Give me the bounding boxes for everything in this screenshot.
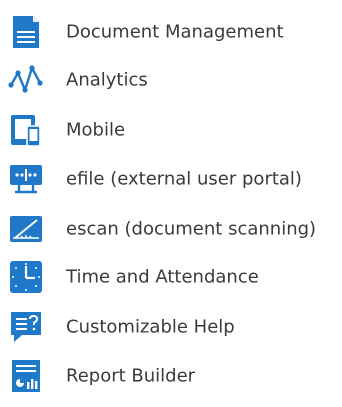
feature-item-document-management[interactable]: Document Management bbox=[0, 14, 342, 50]
help-icon bbox=[8, 309, 44, 345]
feature-item-customizable-help[interactable]: Customizable Help bbox=[0, 309, 342, 345]
feature-item-mobile[interactable]: Mobile bbox=[0, 112, 342, 148]
feature-label: Report Builder bbox=[66, 365, 196, 387]
portal-icon bbox=[8, 161, 44, 197]
feature-label: Document Management bbox=[66, 21, 284, 43]
report-icon bbox=[8, 358, 44, 394]
feature-label: Customizable Help bbox=[66, 316, 235, 338]
scan-icon bbox=[8, 211, 44, 247]
feature-item-escan[interactable]: escan (document scanning) bbox=[0, 211, 342, 247]
mobile-icon bbox=[8, 112, 44, 148]
feature-item-efile[interactable]: efile (external user portal) bbox=[0, 161, 342, 197]
feature-item-report-builder[interactable]: Report Builder bbox=[0, 358, 342, 394]
feature-label: Mobile bbox=[66, 119, 126, 141]
document-icon bbox=[8, 14, 44, 50]
feature-item-analytics[interactable]: Analytics bbox=[0, 62, 342, 98]
feature-list: Document Management Analytics Mobile efi… bbox=[0, 0, 342, 407]
clock-icon bbox=[8, 259, 44, 295]
analytics-icon bbox=[8, 62, 44, 98]
feature-label: efile (external user portal) bbox=[66, 168, 302, 190]
feature-label: Time and Attendance bbox=[66, 266, 259, 288]
feature-label: Analytics bbox=[66, 69, 148, 91]
feature-item-time-attendance[interactable]: Time and Attendance bbox=[0, 259, 342, 295]
feature-label: escan (document scanning) bbox=[66, 218, 317, 240]
